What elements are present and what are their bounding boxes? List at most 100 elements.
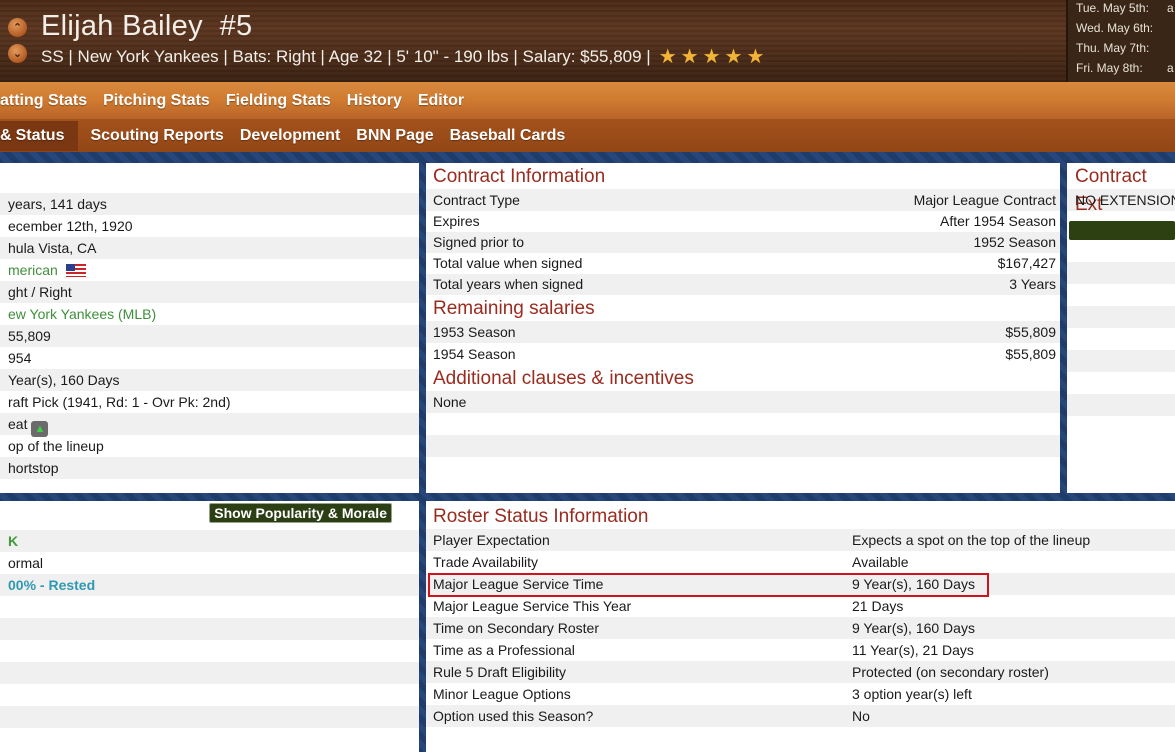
roster-value: 21 Days [852, 598, 904, 614]
player-meta: SS | New York Yankees | Bats: Right | Ag… [41, 44, 764, 69]
roster-label: Major League Service This Year [433, 598, 632, 614]
clause-row: None [426, 391, 1060, 413]
morale-row-empty [0, 596, 419, 618]
schedule-day: Thu. May 7th: [1076, 41, 1150, 55]
schedule-opponent [1167, 40, 1175, 60]
clauses-title: Additional clauses & incentives [433, 368, 694, 389]
contract-value: Major League Contract [913, 192, 1056, 208]
contract-label: Total years when signed [433, 276, 584, 292]
salary-row: 1954 Season $55,809 [426, 343, 1060, 365]
bio-row: hula Vista, CA [0, 237, 419, 259]
star-icon: ★ [702, 46, 721, 68]
tab-editor[interactable]: Editor [410, 92, 472, 110]
roster-value: Available [852, 554, 909, 570]
roster-row: Trade Availability Available [426, 551, 1175, 573]
bio-row: op of the lineup [0, 435, 419, 457]
contract-row: Signed prior to 1952 Season [426, 232, 1060, 253]
morale-row: K [0, 530, 419, 552]
tab-development[interactable]: Development [232, 127, 348, 145]
schedule-row[interactable]: Thu. May 7th: [1068, 40, 1175, 60]
salary-amount: $55,809 [1005, 346, 1056, 362]
tab-baseball-cards[interactable]: Baseball Cards [442, 127, 574, 145]
extension-row-empty [1067, 394, 1175, 416]
contract-title: Contract Information [433, 166, 606, 187]
schedule-row[interactable]: Tue. May 5th: a [1068, 0, 1175, 20]
contract-row: Expires After 1954 Season [426, 211, 1060, 232]
salary-season: 1953 Season [433, 324, 516, 340]
star-icon: ★ [746, 46, 765, 68]
schedule-row[interactable]: Wed. May 6th: [1068, 20, 1175, 40]
bio-value: ecember 12th, 1920 [8, 218, 133, 234]
salary-row: 1953 Season $55,809 [426, 321, 1060, 343]
extension-row-empty [1067, 416, 1175, 438]
contract-label: Signed prior to [433, 234, 525, 250]
morale-fatigue-value: 00% - Rested [8, 577, 96, 593]
roster-label: Option used this Season? [433, 708, 594, 724]
bio-value-team-link[interactable]: ew York Yankees (MLB) [8, 303, 156, 325]
roster-row: Major League Service This Year 21 Days [426, 595, 1175, 617]
tab-status[interactable]: & Status [0, 120, 79, 151]
roster-row: Option used this Season? No [426, 705, 1175, 727]
morale-panel: Show Popularity & Morale K ormal 00% - R… [0, 501, 419, 752]
bio-value: ght / Right [8, 284, 72, 300]
bio-value-nationality[interactable]: merican [8, 262, 58, 278]
morale-row: 00% - Rested [0, 574, 419, 596]
roster-value: Protected (on secondary roster) [852, 664, 1049, 680]
roster-label: Major League Service Time [433, 576, 604, 592]
player-meta-text: SS | New York Yankees | Bats: Right | Ag… [41, 46, 651, 66]
roster-label: Rule 5 Draft Eligibility [433, 664, 567, 680]
tab-bnn-page[interactable]: BNN Page [348, 127, 441, 145]
bio-row: 55,809 [0, 325, 419, 347]
contract-panel: Contract Information Contract Type Major … [426, 163, 1060, 493]
bio-row: ecember 12th, 1920 [0, 215, 419, 237]
roster-row: Player Expectation Expects a spot on the … [426, 529, 1175, 551]
bio-value: hortstop [8, 460, 59, 476]
roster-label: Trade Availability [433, 554, 539, 570]
roster-row: Time on Secondary Roster 9 Year(s), 160 D… [426, 617, 1175, 639]
schedule-opponent [1167, 20, 1175, 40]
bio-row: ew York Yankees (MLB) [0, 303, 419, 325]
schedule-row[interactable]: Fri. May 8th: a [1068, 60, 1175, 80]
tab-pitching-stats[interactable]: Pitching Stats [95, 92, 218, 110]
star-icon: ★ [724, 46, 743, 68]
roster-row: Rule 5 Draft Eligibility Protected (on se… [426, 661, 1175, 683]
bio-row: ght / Right [0, 281, 419, 303]
schedule-day: Fri. May 8th: [1076, 61, 1143, 75]
roster-value: 9 Year(s), 160 Days [852, 576, 975, 592]
extension-row-empty [1067, 262, 1175, 284]
tab-status-label: Status [15, 126, 65, 144]
extension-row-empty [1067, 240, 1175, 262]
clause-value: None [433, 394, 467, 410]
contract-row: Total years when signed 3 Years [426, 274, 1060, 295]
morale-row-empty [0, 684, 419, 706]
roster-row: Time as a Professional 11 Year(s), 21 Day… [426, 639, 1175, 661]
bio-row: hortstop [0, 457, 419, 479]
chevron-up-icon[interactable]: ⌃ [8, 18, 27, 37]
extension-row-empty [1067, 328, 1175, 350]
contract-row: Total value when signed $167,427 [426, 253, 1060, 274]
tab-batting-stats[interactable]: atting Stats [0, 92, 95, 110]
extension-row-empty [1067, 350, 1175, 372]
chevron-down-icon[interactable]: ⌄ [8, 44, 27, 63]
roster-row: Minor League Options 3 option year(s) lef… [426, 683, 1175, 705]
roster-label: Player Expectation [433, 532, 550, 548]
us-flag-icon [65, 264, 86, 277]
contract-row: Contract Type Major League Contract [426, 189, 1060, 211]
schedule-day: Wed. May 6th: [1076, 21, 1154, 35]
show-popularity-morale-button[interactable]: Show Popularity & Morale [209, 503, 392, 523]
clause-row-empty [426, 435, 1060, 457]
morale-value: ormal [8, 555, 44, 571]
morale-row-empty [0, 662, 419, 684]
morale-row-empty [0, 706, 419, 728]
bio-value: 954 [8, 350, 32, 366]
schedule-panel: Tue. May 5th: a Wed. May 6th: Thu. May 7t… [1066, 0, 1175, 82]
morale-row-empty [0, 640, 419, 662]
contract-label: Expires [433, 213, 480, 229]
tab-history[interactable]: History [339, 92, 410, 110]
contract-value: $167,427 [997, 255, 1056, 271]
tab-scouting-reports[interactable]: Scouting Reports [82, 127, 231, 145]
extension-action-bar[interactable] [1069, 221, 1175, 240]
bio-row: merican [0, 259, 419, 281]
tab-fielding-stats[interactable]: Fielding Stats [218, 92, 339, 110]
roster-value: Expects a spot on the top of the lineup [852, 532, 1091, 548]
